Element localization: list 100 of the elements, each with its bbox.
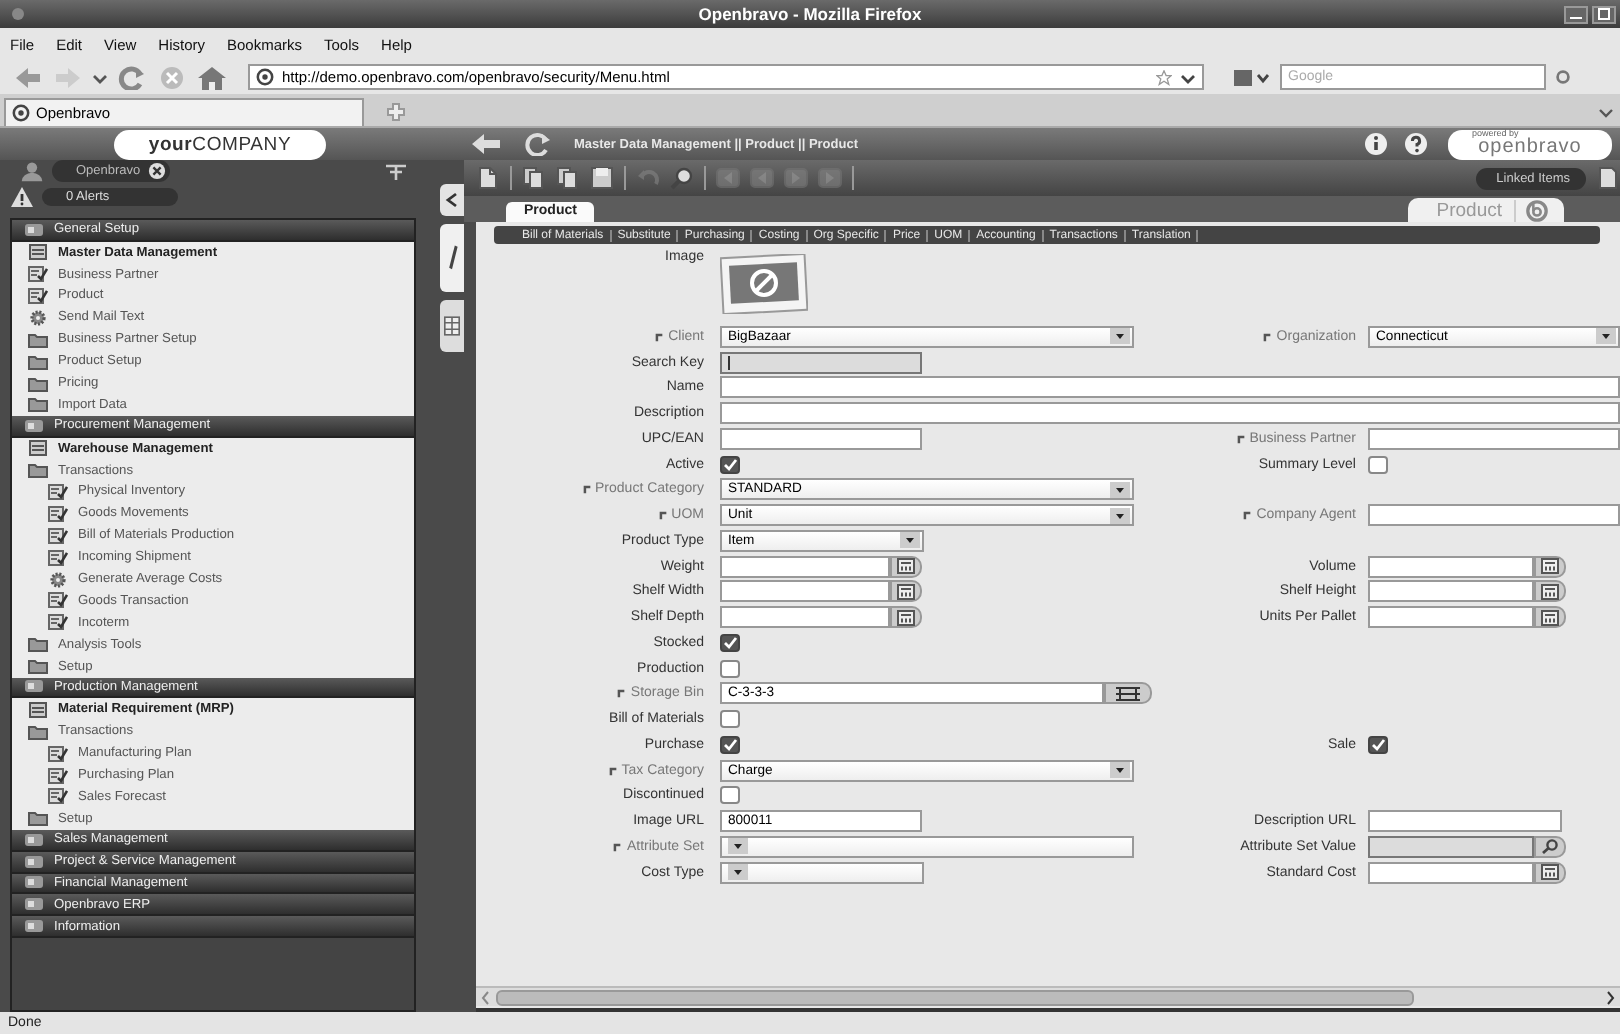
checklist-icon [48,614,68,631]
dropdown-field[interactable] [720,835,1134,858]
tile-icon [24,417,44,434]
calculator-icon [896,609,916,626]
input-field[interactable] [1368,555,1534,578]
close-icon[interactable] [148,162,167,181]
calculator-button[interactable] [890,580,922,603]
checklist-icon [48,505,68,522]
caret-icon [728,864,748,881]
input-field[interactable] [720,376,1620,399]
input-field[interactable] [720,555,890,578]
calculator-button[interactable] [1534,861,1566,884]
search-button[interactable] [1534,835,1566,858]
minimize-button[interactable] [1564,5,1588,23]
tile-icon [24,896,44,913]
input-field[interactable] [1368,810,1562,833]
reload-icon[interactable] [116,65,148,89]
edit-tab[interactable] [440,224,464,292]
document-icon[interactable] [1596,166,1620,190]
scrollbar[interactable] [476,986,1620,1006]
input-field[interactable] [720,580,890,603]
checkbox[interactable] [720,710,740,729]
caret-icon [1596,328,1616,345]
new-document-icon[interactable] [476,166,500,190]
pin-icon[interactable] [384,161,408,182]
tile-icon [24,874,44,891]
search-icon[interactable] [1554,68,1572,86]
checklist-icon [48,549,68,566]
input-field[interactable] [1368,861,1534,884]
checklist-icon [28,266,48,283]
checklist-icon [48,767,68,784]
link-icon [612,841,623,852]
input-field[interactable] [720,606,890,629]
checkbox[interactable] [720,633,740,652]
input-field[interactable] [720,402,1620,425]
grid-tab[interactable] [440,300,464,352]
search-icon[interactable] [670,166,694,190]
copy-icon[interactable] [556,166,580,190]
locator-button[interactable] [1104,682,1152,705]
calculator-button[interactable] [1534,580,1566,603]
grid-icon [444,312,460,340]
checkbox[interactable] [720,659,740,678]
calculator-button[interactable] [890,606,922,629]
input-field[interactable] [1368,427,1620,450]
shelf-icon [1114,685,1142,702]
new-tab-icon[interactable] [384,102,408,122]
home-icon[interactable] [196,65,228,89]
calculator-icon [1540,558,1560,575]
chevron-icon [444,192,460,208]
refresh-icon[interactable] [522,132,554,156]
calculator-button[interactable] [1534,555,1566,578]
search-engine-icon[interactable] [1232,67,1272,87]
checkbox[interactable] [1368,735,1388,754]
tile-icon [24,678,44,695]
caret-icon[interactable] [1598,104,1614,120]
calculator-icon [1540,583,1560,600]
back-arrow-icon[interactable] [470,132,502,156]
checkbox[interactable] [720,786,740,805]
tile-icon [24,853,44,870]
search-icon [1540,838,1560,855]
site-icon [12,104,30,122]
caret-icon[interactable] [92,69,108,85]
dropdown-field[interactable] [720,861,924,884]
input-field[interactable] [720,427,922,450]
caret-icon [728,838,748,855]
tile-icon [24,221,44,238]
checklist-icon [48,788,68,805]
calculator-icon [1540,864,1560,881]
tile-icon [24,918,44,935]
collapse-button[interactable] [440,184,464,216]
input-field[interactable] [1368,504,1620,527]
checkbox[interactable] [720,735,740,754]
link-icon [607,765,618,776]
maximize-icon [1596,8,1612,20]
calculator-button[interactable] [890,555,922,578]
checkbox[interactable] [1368,455,1388,474]
no-image-icon[interactable] [720,254,808,314]
warning-icon [10,185,34,208]
maximize-button[interactable] [1592,5,1616,23]
calculator-button[interactable] [1534,606,1566,629]
caret-icon [1180,69,1196,85]
caret-icon [1110,481,1130,498]
caret-icon [1110,507,1130,524]
checkbox[interactable] [720,455,740,474]
calculator-icon [896,583,916,600]
checklist-icon [48,483,68,500]
calculator-icon [1540,609,1560,626]
logo-icon [1526,199,1548,221]
input-field[interactable] [720,351,922,374]
save-icon[interactable] [590,166,614,190]
input-field[interactable] [1368,606,1534,629]
back-icon[interactable] [12,65,44,89]
input-field[interactable] [1368,835,1534,858]
link-icon [616,688,627,699]
chevron-icon [480,989,492,1005]
help-icon[interactable] [1404,132,1428,156]
link-icon [1235,433,1246,444]
info-icon[interactable] [1364,132,1388,156]
input-field[interactable] [1368,580,1534,603]
copy-icon[interactable] [522,166,546,190]
